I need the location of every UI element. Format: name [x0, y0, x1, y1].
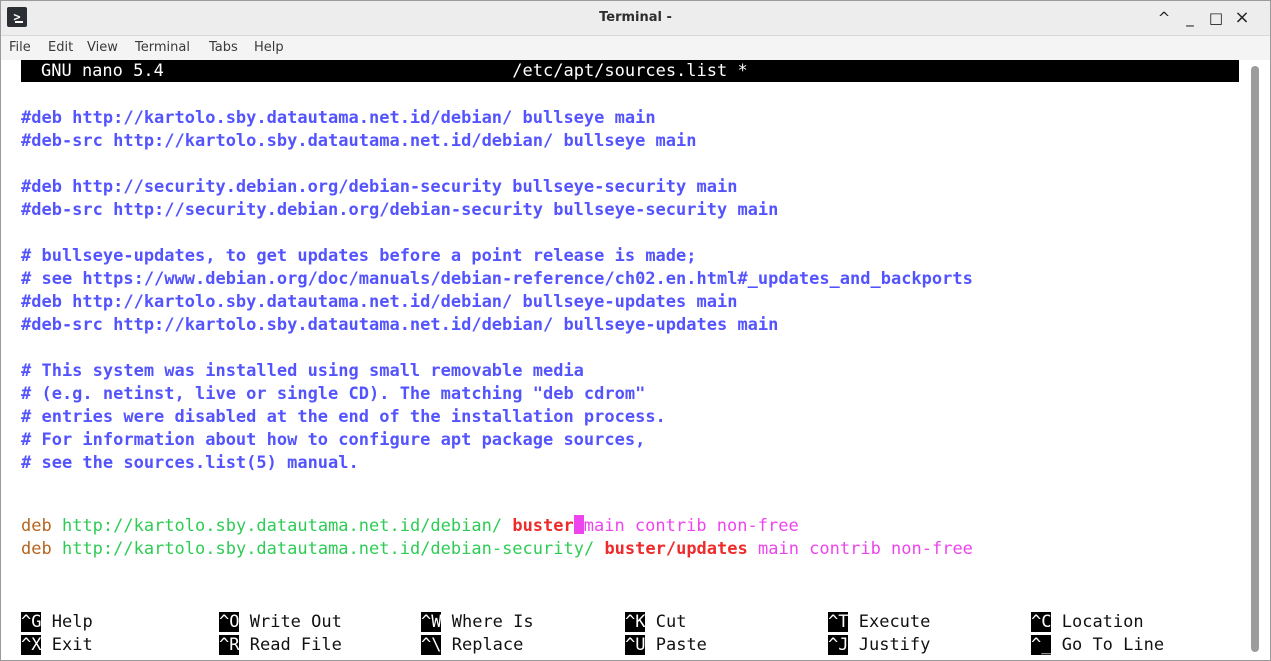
- close-window-button[interactable]: ×: [1231, 1, 1253, 35]
- shortcut-key: ^R: [219, 635, 240, 655]
- file-line-5: #deb-src http://security.debian.org/debi…: [21, 200, 779, 220]
- shortcut-label: Execute: [858, 612, 931, 632]
- repo-url: http://kartolo.sby.datautama.net.id/debi…: [61, 539, 595, 559]
- file-line-19: deb http://kartolo.sby.datautama.net.id/…: [21, 538, 973, 561]
- shade-window-button[interactable]: ^: [1153, 1, 1175, 35]
- menu-tabs[interactable]: Tabs: [209, 36, 238, 60]
- shortcut-go-to-line[interactable]: ^_ Go To Line: [1031, 634, 1164, 657]
- shortcut-paste[interactable]: ^U Paste: [625, 634, 707, 657]
- shortcut-exit[interactable]: ^X Exit: [21, 634, 93, 657]
- nano-filename: /etc/apt/sources.list *: [512, 61, 748, 81]
- menu-help[interactable]: Help: [254, 36, 284, 60]
- file-line-18: deb http://kartolo.sby.datautama.net.id/…: [21, 515, 799, 538]
- shortcut-key: ^X: [21, 635, 42, 655]
- shortcut-label: Go To Line: [1061, 635, 1165, 655]
- deb-keyword: deb: [21, 516, 52, 536]
- menu-terminal[interactable]: Terminal: [135, 36, 190, 60]
- shortcut-where-is[interactable]: ^W Where Is: [421, 611, 534, 634]
- shortcut-label: Read File: [249, 635, 342, 655]
- repo-components: main contrib non-free: [583, 516, 799, 536]
- file-line-7: # bullseye-updates, to get updates befor…: [21, 246, 697, 266]
- shortcut-key: ^W: [421, 612, 442, 632]
- shortcut-cut[interactable]: ^K Cut: [625, 611, 686, 634]
- shortcut-read-file[interactable]: ^R Read File: [219, 634, 342, 657]
- menu-edit[interactable]: Edit: [48, 36, 73, 60]
- minimize-window-button[interactable]: _: [1179, 1, 1201, 35]
- shortcut-key: ^J: [828, 635, 849, 655]
- shortcut-label: Write Out: [249, 612, 342, 632]
- deb-keyword: deb: [21, 539, 52, 559]
- file-line-1: #deb http://kartolo.sby.datautama.net.id…: [21, 108, 656, 128]
- maximize-window-button[interactable]: □: [1205, 1, 1227, 35]
- shortcut-key: ^T: [828, 612, 849, 632]
- shortcut-execute[interactable]: ^T Execute: [828, 611, 930, 634]
- shortcut-key: ^\: [421, 635, 442, 655]
- shortcut-label: Location: [1061, 612, 1144, 632]
- shortcut-label: Help: [51, 612, 93, 632]
- menu-view[interactable]: View: [87, 36, 118, 60]
- shortcut-key: ^_: [1031, 635, 1052, 655]
- menu-bar: File Edit View Terminal Tabs Help: [1, 36, 1270, 60]
- shortcut-replace[interactable]: ^\ Replace: [421, 634, 523, 657]
- file-line-9: #deb http://kartolo.sby.datautama.net.id…: [21, 292, 738, 312]
- terminal-content[interactable]: GNU nano 5.4 /etc/apt/sources.list * #de…: [1, 60, 1241, 660]
- shortcut-label: Exit: [51, 635, 93, 655]
- repo-components: main contrib non-free: [757, 539, 973, 559]
- file-line-12: # This system was installed using small …: [21, 361, 584, 381]
- file-line-8: # see https://www.debian.org/doc/manuals…: [21, 269, 973, 289]
- text-cursor: [573, 515, 584, 534]
- scrollbar-thumb[interactable]: [1251, 66, 1259, 652]
- file-line-16: # see the sources.list(5) manual.: [21, 453, 359, 473]
- file-line-4: #deb http://security.debian.org/debian-s…: [21, 177, 738, 197]
- shortcut-key: ^K: [625, 612, 646, 632]
- file-line-14: # entries were disabled at the end of th…: [21, 407, 666, 427]
- file-line-2: #deb-src http://kartolo.sby.datautama.ne…: [21, 131, 697, 151]
- shortcut-label: Paste: [655, 635, 707, 655]
- shortcut-justify[interactable]: ^J Justify: [828, 634, 930, 657]
- shortcut-key: ^G: [21, 612, 42, 632]
- repo-url: http://kartolo.sby.datautama.net.id/debi…: [61, 516, 503, 536]
- shortcut-label: Cut: [655, 612, 687, 632]
- shortcut-key: ^U: [625, 635, 646, 655]
- menu-file[interactable]: File: [9, 36, 31, 60]
- shortcut-label: Justify: [858, 635, 931, 655]
- shortcut-help[interactable]: ^G Help: [21, 611, 93, 634]
- shortcut-label: Where Is: [451, 612, 534, 632]
- title-bar[interactable]: > Terminal - ^ _ □ ×: [1, 1, 1270, 36]
- file-line-10: #deb-src http://kartolo.sby.datautama.ne…: [21, 315, 779, 335]
- window-title: Terminal -: [599, 10, 672, 25]
- shortcut-location[interactable]: ^C Location: [1031, 611, 1144, 634]
- shortcut-key: ^C: [1031, 612, 1052, 632]
- vertical-scrollbar[interactable]: [1243, 60, 1269, 660]
- file-line-13: # (e.g. netinst, live or single CD). The…: [21, 384, 646, 404]
- repo-suite: buster/updates: [604, 539, 748, 559]
- repo-suite: buster: [512, 516, 574, 536]
- nano-title-bar: GNU nano 5.4 /etc/apt/sources.list *: [21, 60, 1239, 82]
- file-line-15: # For information about how to configure…: [21, 430, 646, 450]
- shortcut-key: ^O: [219, 612, 240, 632]
- shortcut-label: Replace: [451, 635, 524, 655]
- shortcut-write-out[interactable]: ^O Write Out: [219, 611, 342, 634]
- terminal-window: > Terminal - ^ _ □ × File Edit View Term…: [0, 0, 1271, 661]
